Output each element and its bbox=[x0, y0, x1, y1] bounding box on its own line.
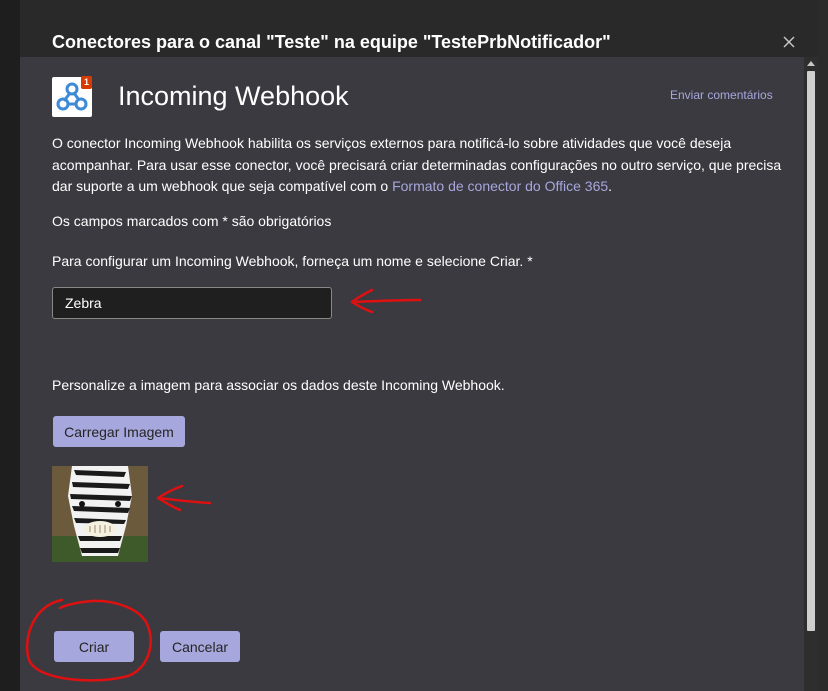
webhook-logo-icon: 1 bbox=[52, 76, 92, 117]
connector-dialog: Conectores para o canal "Teste" na equip… bbox=[20, 0, 818, 691]
scrollbar-thumb[interactable] bbox=[807, 71, 815, 631]
image-field-label: Personalize a imagem para associar os da… bbox=[52, 377, 505, 393]
scroll-up-arrow-icon[interactable] bbox=[807, 61, 815, 66]
office365-format-link[interactable]: Formato de conector do Office 365 bbox=[392, 178, 608, 194]
connector-description: O conector Incoming Webhook habilita os … bbox=[52, 133, 782, 198]
upload-image-button[interactable]: Carregar Imagem bbox=[53, 416, 185, 447]
connector-name: Incoming Webhook bbox=[118, 81, 349, 111]
close-icon[interactable] bbox=[780, 33, 798, 51]
name-field-label: Para configurar um Incoming Webhook, for… bbox=[52, 253, 533, 269]
feedback-link[interactable]: Enviar comentários bbox=[670, 88, 773, 102]
webhook-image-preview bbox=[52, 466, 148, 562]
background-app bbox=[0, 0, 20, 691]
required-fields-note: Os campos marcados com * são obrigatório… bbox=[52, 213, 332, 229]
cancel-button[interactable]: Cancelar bbox=[160, 631, 240, 662]
vertical-scrollbar[interactable] bbox=[804, 57, 818, 691]
webhook-name-input[interactable] bbox=[52, 287, 332, 319]
dialog-content: 1 Incoming Webhook Enviar comentários O … bbox=[20, 57, 804, 691]
create-button[interactable]: Criar bbox=[54, 631, 134, 662]
background-app-right bbox=[818, 0, 828, 691]
notification-badge: 1 bbox=[81, 76, 92, 89]
zebra-image bbox=[52, 466, 148, 562]
dialog-title: Conectores para o canal "Teste" na equip… bbox=[52, 32, 611, 52]
description-suffix: . bbox=[608, 178, 613, 194]
